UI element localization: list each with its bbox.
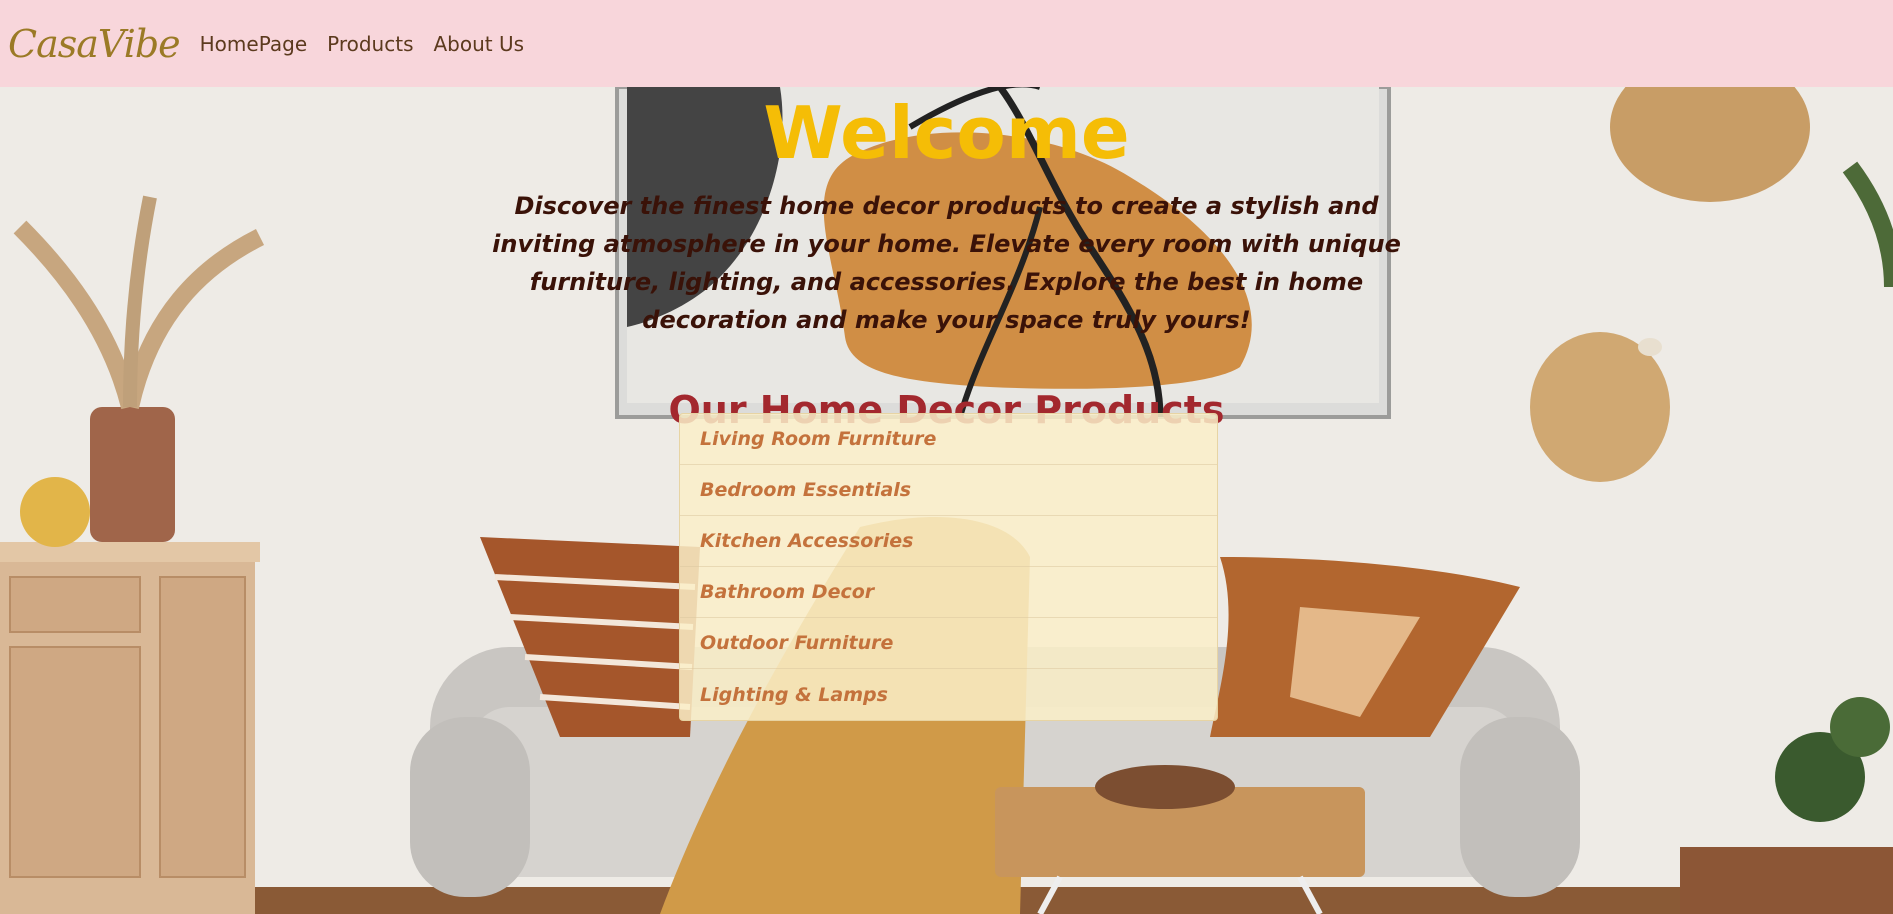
nav-link-homepage[interactable]: HomePage [200,32,307,56]
navbar: CasaVibe HomePage Products About Us [0,0,1893,87]
nav-link-about-us[interactable]: About Us [433,32,524,56]
hero-section: Welcome Discover the finest home decor p… [0,87,1893,429]
product-item-bedroom-essentials[interactable]: Bedroom Essentials [680,465,1217,516]
product-list: Living Room Furniture Bedroom Essentials… [679,413,1218,721]
product-item-kitchen-accessories[interactable]: Kitchen Accessories [680,516,1217,567]
nav-links: HomePage Products About Us [200,32,544,56]
intro-text: Discover the finest home decor products … [492,192,1401,334]
welcome-heading: Welcome [763,91,1130,175]
product-item-outdoor-furniture[interactable]: Outdoor Furniture [680,618,1217,669]
brand-logo[interactable]: CasaVibe [8,22,181,66]
nav-link-products[interactable]: Products [327,32,413,56]
product-item-living-room-furniture[interactable]: Living Room Furniture [680,414,1217,465]
product-item-lighting-lamps[interactable]: Lighting & Lamps [680,669,1217,720]
product-item-bathroom-decor[interactable]: Bathroom Decor [680,567,1217,618]
